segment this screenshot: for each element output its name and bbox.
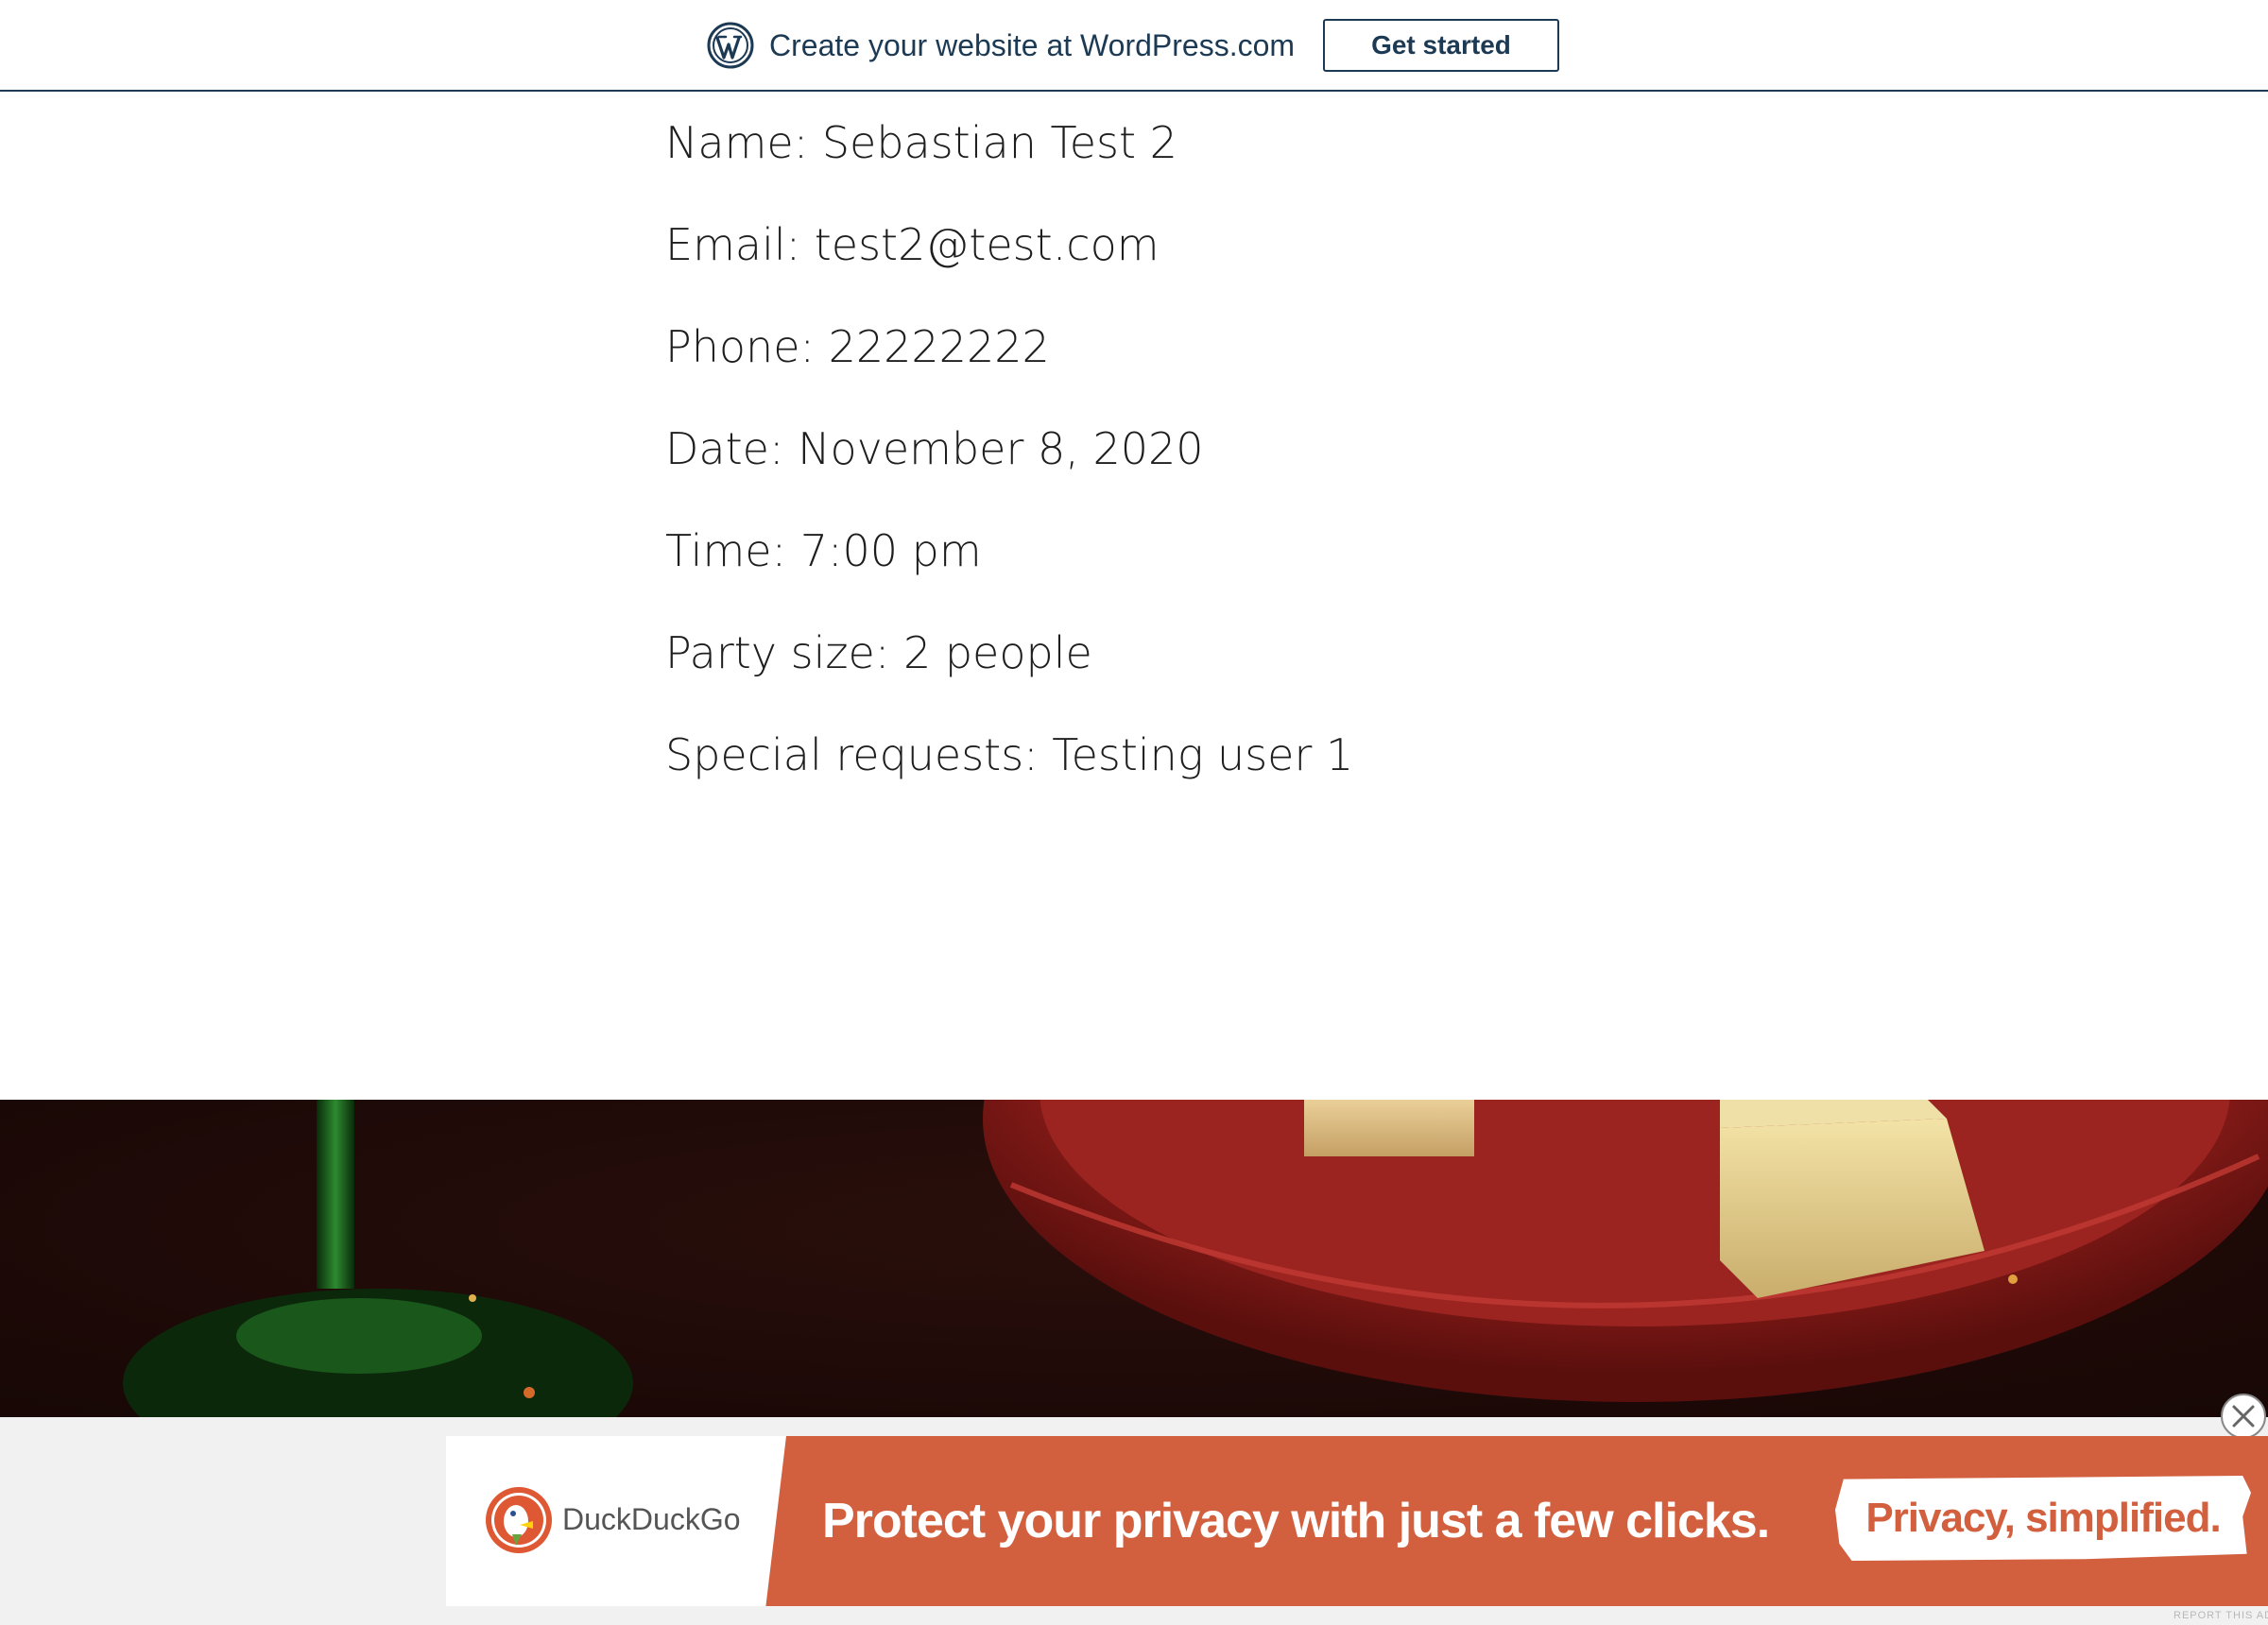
ad-cta-button[interactable]: Privacy, simplified.: [1835, 1476, 2251, 1561]
duckduckgo-logo-icon: [486, 1487, 552, 1553]
reservation-party-size: Party size: 2 people: [665, 627, 1092, 678]
food-photo-illustration: [123, 1100, 2268, 1417]
get-started-button[interactable]: Get started: [1323, 19, 1559, 72]
close-ad-icon[interactable]: [2221, 1394, 2266, 1439]
duckduckgo-wordmark: DuckDuckGo: [562, 1502, 741, 1536]
reservation-phone: Phone: 22222222: [665, 321, 1050, 372]
ad-brand-panel: DuckDuckGo: [446, 1436, 786, 1606]
report-ad-link[interactable]: REPORT THIS AD: [2174, 1610, 2268, 1621]
ad-headline: Protect your privacy with just a few cli…: [822, 1494, 1770, 1548]
reservation-time: Time: 7:00 pm: [665, 525, 982, 576]
reservation-details: Name: Sebastian Test 2 Email: test2@test…: [665, 113, 1610, 828]
wordpress-promo-bar: Create your website at WordPress.com Get…: [0, 0, 2268, 92]
reservation-date: Date: November 8, 2020: [665, 423, 1204, 474]
wordpress-logo-icon[interactable]: [707, 22, 754, 69]
footer-food-photo: [0, 1100, 2268, 1417]
wordpress-promo-text[interactable]: Create your website at WordPress.com: [769, 26, 1295, 65]
reservation-name: Name: Sebastian Test 2: [665, 117, 1177, 168]
reservation-special-requests: Special requests: Testing user 1: [665, 729, 1354, 780]
reservation-email: Email: test2@test.com: [665, 219, 1160, 270]
duckduckgo-ad-banner[interactable]: DuckDuckGo Protect your privacy with jus…: [446, 1436, 2268, 1606]
